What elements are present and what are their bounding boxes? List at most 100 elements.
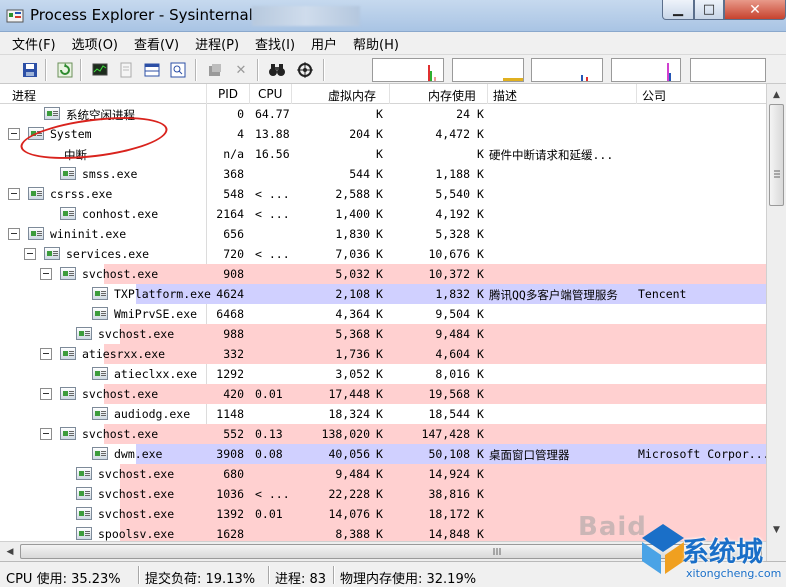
column-company[interactable]: 公司 [642, 87, 666, 104]
working-set-unit: K [477, 187, 484, 201]
process-row[interactable]: conhost.exe 2164 < ... 1,400 K 4,192 K [0, 204, 766, 224]
process-row[interactable]: wininit.exe 656 1,830 K 5,328 K [0, 224, 766, 244]
menu-users[interactable]: 用户 [303, 34, 345, 53]
process-icon [60, 267, 76, 280]
collapse-toggle-icon[interactable] [8, 188, 20, 200]
io-graph[interactable] [531, 58, 603, 82]
minimize-icon: ▁ [673, 2, 683, 17]
column-divider[interactable] [249, 84, 250, 104]
collapse-toggle-icon[interactable] [24, 248, 36, 260]
lower-pane-button[interactable] [142, 60, 162, 80]
vertical-scrollbar[interactable]: ▲ ▼ [766, 84, 786, 561]
physical-memory-graph[interactable] [611, 58, 681, 82]
process-row[interactable]: services.exe 720 < ... 7,036 K 10,676 K [0, 244, 766, 264]
process-row[interactable]: svchost.exe 908 5,032 K 10,372 K [0, 264, 766, 284]
collapse-toggle-icon[interactable] [8, 228, 20, 240]
working-set-unit: K [477, 347, 484, 361]
process-row[interactable]: svchost.exe 988 5,368 K 9,484 K [0, 324, 766, 344]
process-row[interactable]: svchost.exe 680 9,484 K 14,924 K [0, 464, 766, 484]
process-private-bytes: 3,052 [335, 367, 370, 381]
working-set-unit: K [477, 107, 484, 121]
private-bytes-unit: K [376, 287, 383, 301]
vertical-scroll-thumb[interactable] [769, 104, 784, 206]
column-divider[interactable] [206, 84, 207, 104]
commit-graph[interactable] [452, 58, 524, 82]
process-name: atieclxx.exe [114, 367, 198, 381]
menu-help[interactable]: 帮助(H) [345, 34, 407, 53]
collapse-toggle-icon[interactable] [40, 268, 52, 280]
collapse-toggle-icon[interactable] [40, 388, 52, 400]
suspend-button[interactable] [205, 60, 225, 80]
process-working-set: 5,540 [435, 187, 470, 201]
process-row[interactable]: atiesrxx.exe 332 1,736 K 4,604 K [0, 344, 766, 364]
process-row[interactable]: svchost.exe 1392 0.01 14,076 K 18,172 K [0, 504, 766, 524]
collapse-toggle-icon[interactable] [8, 128, 20, 140]
gpu-graph[interactable] [690, 58, 766, 82]
process-row[interactable]: TXPlatform.exe 4624 2,108 K 1,832 K 腾讯QQ多客户端管理… [0, 284, 766, 304]
process-cpu: 13.88 [255, 127, 290, 141]
system-info-button[interactable] [90, 60, 110, 80]
process-row[interactable]: csrss.exe 548 < ... 2,588 K 5,540 K [0, 184, 766, 204]
column-process[interactable]: 进程 [12, 87, 36, 104]
process-description: 桌面窗口管理器 [489, 448, 570, 462]
menu-find[interactable]: 查找(I) [247, 34, 303, 53]
column-working-set[interactable]: 内存使用 [428, 87, 476, 104]
process-row[interactable]: svchost.exe 1036 < ... 22,228 K 38,816 K [0, 484, 766, 504]
column-divider[interactable] [487, 84, 488, 104]
working-set-unit: K [477, 487, 484, 501]
process-icon [92, 447, 108, 460]
process-row[interactable]: svchost.exe 552 0.13 138,020 K 147,428 K [0, 424, 766, 444]
process-rows: 系统空闲进程 0 64.77 K 24 K System 4 13.88 204 K 4,472 K 中断… [0, 104, 766, 561]
cpu-graph[interactable] [372, 58, 444, 82]
horizontal-scrollbar[interactable]: ◀ [0, 541, 766, 561]
process-private-bytes: 544 [349, 167, 370, 181]
process-private-bytes: 1,400 [335, 207, 370, 221]
column-description[interactable]: 描述 [493, 87, 517, 104]
find-window-button[interactable] [168, 60, 188, 80]
process-row[interactable]: WmiPrvSE.exe 6468 4,364 K 9,504 K [0, 304, 766, 324]
collapse-toggle-icon[interactable] [40, 348, 52, 360]
process-row[interactable]: dwm.exe 3908 0.08 40,056 K 50,108 K 桌面窗口管理器 Micr… [0, 444, 766, 464]
kill-process-button[interactable]: ✕ [231, 60, 251, 80]
maximize-button[interactable]: □ [694, 0, 724, 20]
grip-icon [493, 548, 501, 555]
process-row[interactable]: atieclxx.exe 1292 3,052 K 8,016 K [0, 364, 766, 384]
menu-view[interactable]: 查看(V) [126, 34, 187, 53]
properties-button[interactable] [116, 60, 136, 80]
menu-file[interactable]: 文件(F) [4, 34, 64, 53]
scroll-left-button[interactable]: ◀ [1, 543, 19, 560]
menu-process[interactable]: 进程(P) [187, 34, 247, 53]
process-row[interactable]: svchost.exe 420 0.01 17,448 K 19,568 K [0, 384, 766, 404]
column-divider[interactable] [636, 84, 637, 104]
save-button[interactable] [20, 60, 40, 80]
column-cpu[interactable]: CPU [258, 87, 282, 101]
find-button[interactable] [267, 60, 287, 80]
refresh-button[interactable] [55, 60, 75, 80]
status-process-count: 进程: 83 [275, 572, 327, 587]
row-highlight [72, 124, 766, 144]
process-pid: 908 [223, 267, 244, 281]
process-row[interactable]: smss.exe 368 544 K 1,188 K [0, 164, 766, 184]
process-row[interactable]: audiodg.exe 1148 18,324 K 18,544 K [0, 404, 766, 424]
menu-options[interactable]: 选项(O) [64, 34, 126, 53]
collapse-toggle-icon[interactable] [40, 428, 52, 440]
horizontal-scroll-thumb[interactable] [20, 544, 762, 559]
column-private-bytes[interactable]: 虚拟内存 [328, 87, 376, 104]
scroll-down-button[interactable]: ▼ [767, 521, 786, 538]
scroll-up-button[interactable]: ▲ [767, 86, 786, 103]
find-dll-button[interactable] [295, 60, 315, 80]
column-divider[interactable] [389, 84, 390, 104]
column-pid[interactable]: PID [218, 87, 238, 101]
minimize-button[interactable]: ▁ [662, 0, 694, 20]
working-set-unit: K [477, 467, 484, 481]
process-company: Tencent [638, 287, 687, 301]
process-pid: 3908 [216, 447, 244, 461]
column-divider[interactable] [291, 84, 292, 104]
working-set-unit: K [477, 267, 484, 281]
system-info-icon [92, 63, 108, 76]
row-highlight [88, 104, 766, 124]
properties-icon [120, 62, 132, 78]
process-pid: 548 [223, 187, 244, 201]
close-button[interactable]: ✕ [724, 0, 786, 20]
process-pid: 1292 [216, 367, 244, 381]
